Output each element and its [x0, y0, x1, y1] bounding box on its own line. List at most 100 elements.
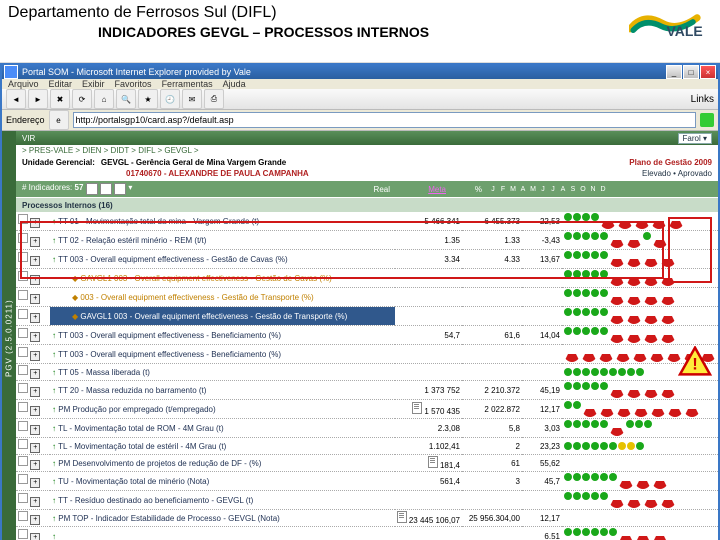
print-button[interactable]: ⎙	[204, 89, 224, 109]
table-row[interactable]: +↑ TU - Movimentação total de minério (N…	[16, 472, 718, 491]
row-checkbox[interactable]	[18, 511, 28, 521]
table-row[interactable]: +↑ PM Produção por empregado (t/empregad…	[16, 400, 718, 419]
expand-icon[interactable]: +	[30, 406, 40, 416]
history-button[interactable]: 🕘	[160, 89, 180, 109]
expand-icon[interactable]: +	[30, 387, 40, 397]
close-button[interactable]: ×	[700, 65, 716, 79]
filter-7[interactable]: 7	[86, 183, 98, 195]
cell-farol	[562, 510, 718, 527]
expand-icon[interactable]: +	[30, 460, 40, 470]
table-row[interactable]: +↑ 6.51	[16, 527, 718, 540]
expand-icon[interactable]: +	[30, 425, 40, 435]
month-headers: JFMAMJJASOND	[488, 186, 608, 193]
cell-farol	[562, 381, 718, 400]
row-checkbox[interactable]	[18, 214, 28, 224]
address-input[interactable]	[73, 112, 696, 128]
menu-ferramentas[interactable]: Ferramentas	[162, 79, 213, 89]
expand-icon[interactable]: +	[30, 237, 40, 247]
table-row[interactable]: +↑ TT 003 - Overall equipment effectiven…	[16, 345, 718, 364]
minimize-button[interactable]: _	[666, 65, 682, 79]
farol-selector[interactable]: Farol ▾	[678, 133, 712, 144]
row-checkbox[interactable]	[18, 290, 28, 300]
cell-farol	[562, 250, 718, 269]
col-meta[interactable]: Meta	[390, 185, 446, 194]
row-checkbox[interactable]	[18, 328, 28, 338]
address-bar: Endereço e	[2, 110, 718, 131]
menu-favoritos[interactable]: Favoritos	[115, 79, 152, 89]
expand-icon[interactable]: +	[30, 294, 40, 304]
cell-meta: 3	[462, 472, 522, 491]
table-row[interactable]: +↑ PM TOP - Indicador Estabilidade de Pr…	[16, 510, 718, 527]
expand-icon[interactable]: +	[30, 351, 40, 361]
expand-icon[interactable]: +	[30, 369, 40, 379]
table-row[interactable]: +◆ 003 - Overall equipment effectiveness…	[16, 288, 718, 307]
table-row[interactable]: +◆ GAVGL1 003 - Overall equipment effect…	[16, 307, 718, 326]
table-row[interactable]: +↑ TT - Resíduo destinado ao beneficiame…	[16, 491, 718, 510]
back-button[interactable]: ◄	[6, 89, 26, 109]
indicadores-count: 57	[75, 183, 84, 192]
row-checkbox[interactable]	[18, 347, 28, 357]
search-button[interactable]: 🔍	[116, 89, 136, 109]
expand-icon[interactable]: +	[30, 443, 40, 453]
table-row[interactable]: +↑ TT 02 - Relação estéril minério - REM…	[16, 231, 718, 250]
expand-icon[interactable]: +	[30, 256, 40, 266]
row-checkbox[interactable]	[18, 456, 28, 466]
table-row[interactable]: +↑ TT 003 - Overall equipment effectiven…	[16, 326, 718, 345]
dropdown-icon[interactable]: ▾	[128, 183, 132, 192]
table-row[interactable]: +↑ PM Desenvolvimento de projetos de red…	[16, 455, 718, 472]
table-row[interactable]: +↑ TT 003 - Overall equipment effectiven…	[16, 250, 718, 269]
mail-button[interactable]: ✉	[182, 89, 202, 109]
expand-icon[interactable]: +	[30, 497, 40, 507]
table-row[interactable]: +↑ TT 05 - Massa liberada (t)	[16, 364, 718, 381]
row-checkbox[interactable]	[18, 271, 28, 281]
go-button[interactable]	[700, 113, 714, 127]
table-row[interactable]: +◆ GAVGL1 003 - Overall equipment effect…	[16, 269, 718, 288]
cell-meta	[462, 364, 522, 381]
row-checkbox[interactable]	[18, 252, 28, 262]
expand-icon[interactable]: +	[30, 332, 40, 342]
indicator-name: 003 - Overall equipment effectiveness - …	[80, 293, 313, 302]
menu-ajuda[interactable]: Ajuda	[223, 79, 246, 89]
expand-icon[interactable]: +	[30, 313, 40, 323]
row-checkbox[interactable]	[18, 309, 28, 319]
filter-chart-icon[interactable]: ◪	[114, 183, 126, 195]
expand-icon[interactable]: +	[30, 218, 40, 228]
row-checkbox[interactable]	[18, 493, 28, 503]
table-row[interactable]: +↑ TT 20 - Massa reduzida no barramento …	[16, 381, 718, 400]
cell-real: 3.34	[395, 250, 462, 269]
menu-exibir[interactable]: Exibir	[82, 79, 105, 89]
row-checkbox[interactable]	[18, 402, 28, 412]
breadcrumb[interactable]: > PRES-VALE > DIEN > DIDT > DIFL > GEVGL…	[16, 145, 718, 156]
forward-button[interactable]: ►	[28, 89, 48, 109]
note-icon[interactable]	[428, 456, 438, 468]
expand-icon[interactable]: +	[30, 533, 40, 540]
row-checkbox[interactable]	[18, 383, 28, 393]
favorites-button[interactable]: ★	[138, 89, 158, 109]
table-row[interactable]: +↑ TT 01 - Movimentação total da mina - …	[16, 212, 718, 231]
maximize-button[interactable]: □	[683, 65, 699, 79]
cell-pct: 6.51	[522, 527, 562, 540]
row-checkbox[interactable]	[18, 421, 28, 431]
expand-icon[interactable]: +	[30, 478, 40, 488]
row-checkbox[interactable]	[18, 439, 28, 449]
home-button[interactable]: ⌂	[94, 89, 114, 109]
row-checkbox[interactable]	[18, 233, 28, 243]
table-row[interactable]: +↑ TL - Movimentação total de estéril - …	[16, 438, 718, 455]
table-row[interactable]: +↑ TL - Movimentação total de ROM - 4M G…	[16, 419, 718, 438]
menu-arquivo[interactable]: Arquivo	[8, 79, 39, 89]
expand-icon[interactable]: +	[30, 275, 40, 285]
refresh-button[interactable]: ⟳	[72, 89, 92, 109]
filter-icon[interactable]: ▥	[100, 183, 112, 195]
section-header[interactable]: Processos Internos (16)	[16, 198, 718, 212]
cell-meta: 5,8	[462, 419, 522, 438]
expand-icon[interactable]: +	[30, 515, 40, 525]
address-label: Endereço	[6, 115, 45, 125]
row-checkbox[interactable]	[18, 529, 28, 539]
row-checkbox[interactable]	[18, 365, 28, 375]
stop-button[interactable]: ✖	[50, 89, 70, 109]
note-icon[interactable]	[397, 511, 407, 523]
row-checkbox[interactable]	[18, 474, 28, 484]
unidade-value: GEVGL - Gerência Geral de Mina Vargem Gr…	[101, 158, 286, 167]
note-icon[interactable]	[412, 402, 422, 414]
menu-editar[interactable]: Editar	[49, 79, 73, 89]
